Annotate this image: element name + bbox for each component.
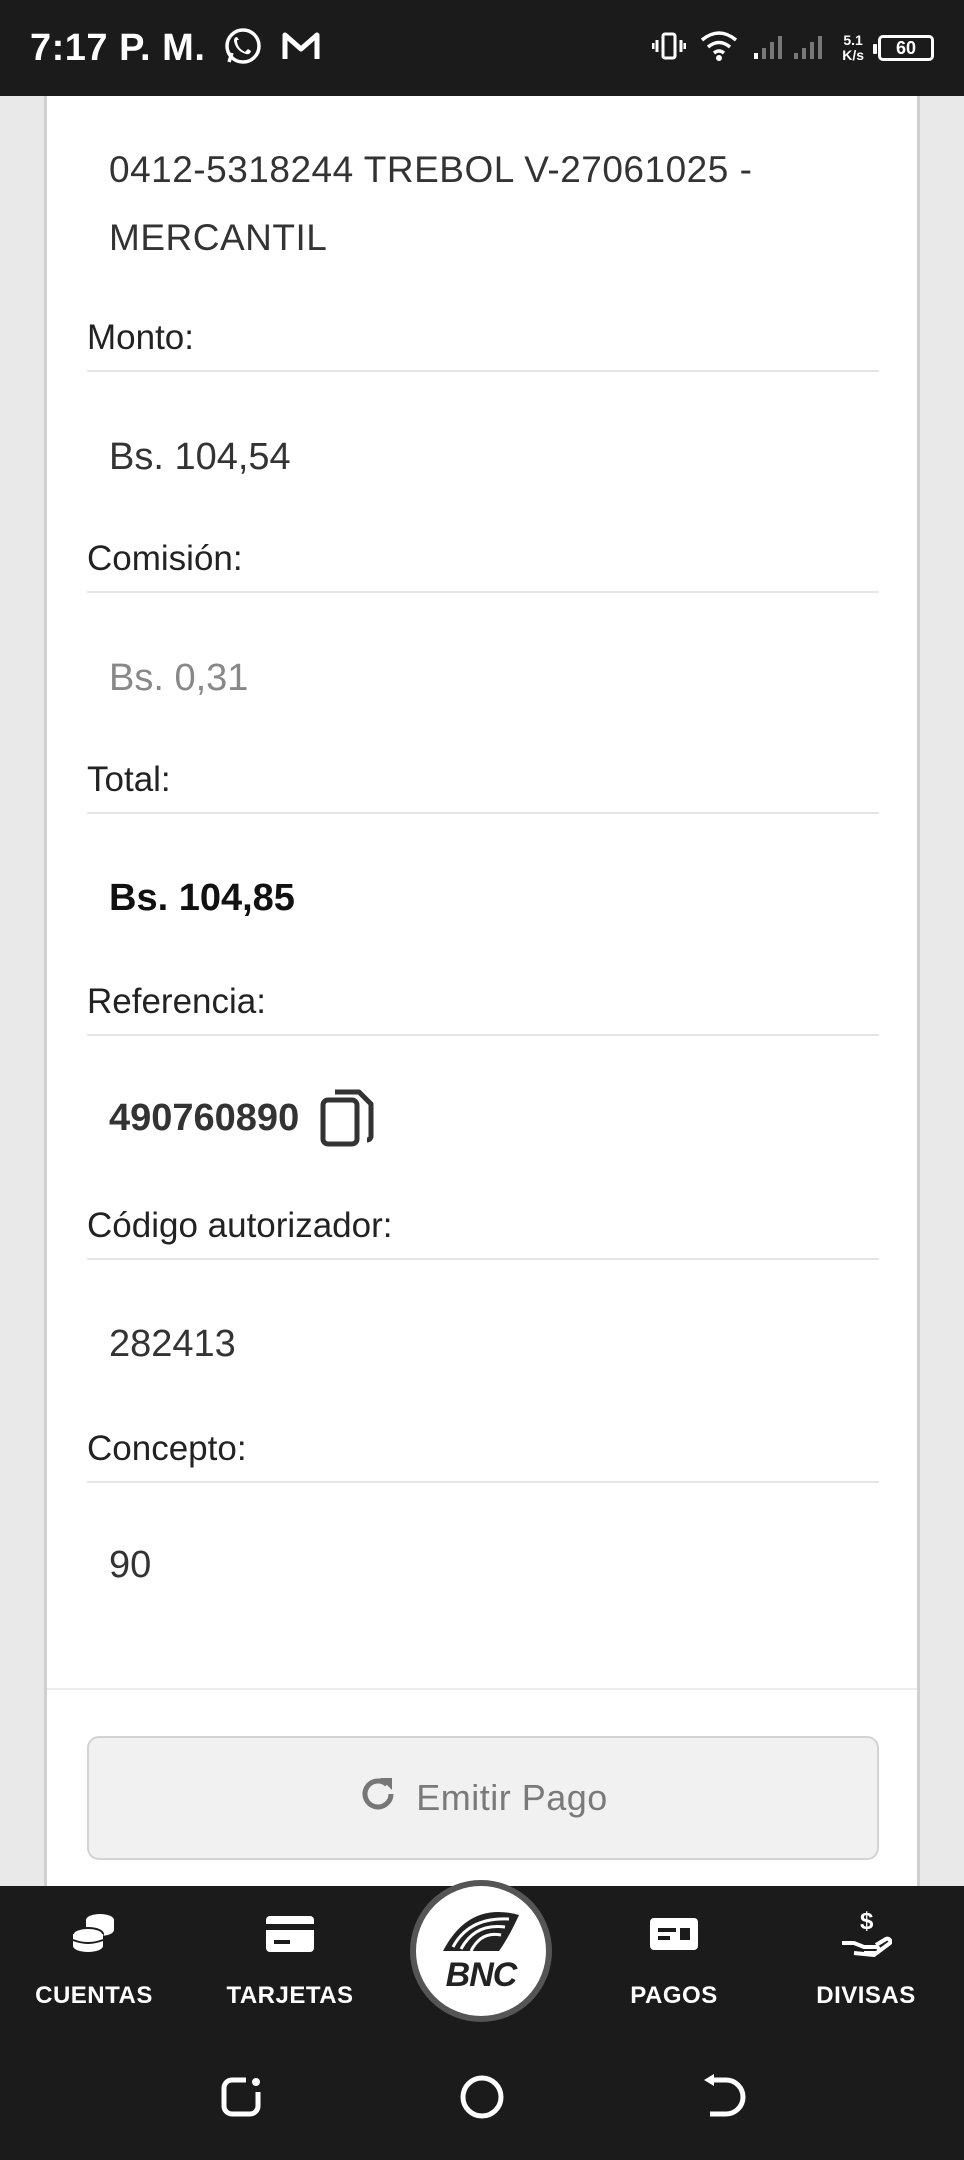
nav-label-pagos: PAGOS — [630, 1982, 718, 2009]
nav-item-pagos[interactable]: PAGOS — [594, 1906, 754, 2010]
network-speed: 5.1 K/s — [842, 32, 864, 63]
status-bar: 7:17 P. M. 5.1 K/s 60 — [0, 0, 964, 96]
authorization-code-value: 282413 — [109, 1323, 236, 1365]
reference-value: 490760890 — [109, 1096, 300, 1139]
home-icon[interactable] — [457, 2072, 507, 2122]
concept-value: 90 — [109, 1544, 152, 1586]
transaction-detail-card: 0412-5318244 TREBOL V-27061025 - MERCANT… — [44, 96, 920, 1886]
system-navigation-bar — [0, 2034, 964, 2160]
nav-label-cuentas: CUENTAS — [35, 1982, 153, 2009]
reference-row: 490760890 — [109, 1086, 375, 1150]
card-icon — [210, 1906, 370, 1962]
gmail-icon — [281, 29, 321, 68]
concept-label: Concepto: — [87, 1429, 879, 1483]
commission-label: Comisión: — [87, 539, 879, 593]
nav-label-tarjetas: TARJETAS — [226, 1982, 354, 2009]
currency-hand-icon: $ — [786, 1906, 946, 1962]
bnc-logo-icon — [439, 1907, 523, 1962]
coins-icon — [14, 1906, 174, 1962]
signal-icon — [752, 31, 828, 66]
total-value: Bs. 104,85 — [109, 877, 295, 919]
payments-icon — [594, 1906, 754, 1962]
emit-payment-label: Emitir Pago — [416, 1777, 608, 1818]
bnc-logo-text: BNC — [445, 1956, 518, 1994]
back-icon[interactable] — [698, 2072, 748, 2122]
battery-indicator: 60 — [873, 35, 934, 61]
vibrate-icon — [651, 31, 687, 66]
total-label: Total: — [87, 760, 879, 814]
destination-account: 0412-5318244 TREBOL V-27061025 - MERCANT… — [109, 149, 753, 258]
reference-label: Referencia: — [87, 982, 879, 1036]
nav-item-divisas[interactable]: $ DIVISAS — [786, 1906, 946, 2010]
copy-icon[interactable] — [319, 1086, 375, 1150]
section-divider — [47, 1688, 917, 1690]
recent-apps-icon[interactable] — [216, 2072, 266, 2122]
nav-label-divisas: DIVISAS — [816, 1982, 916, 2009]
emit-payment-button[interactable]: Emitir Pago — [87, 1736, 879, 1860]
commission-value: Bs. 0,31 — [109, 657, 249, 699]
bnc-logo-button[interactable]: BNC — [410, 1880, 552, 2022]
authorization-code-label: Código autorizador: — [87, 1206, 879, 1260]
bottom-navigation: CUENTAS TARJETAS BNC PAGOS $ DIVISAS — [0, 1880, 964, 2034]
wifi-icon — [700, 30, 738, 67]
refresh-icon — [358, 1774, 398, 1823]
svg-text:$: $ — [860, 1909, 874, 1935]
nav-item-tarjetas[interactable]: TARJETAS — [210, 1906, 370, 2010]
amount-value: Bs. 104,54 — [109, 436, 291, 478]
whatsapp-icon — [223, 26, 263, 71]
status-time: 7:17 P. M. — [30, 26, 206, 69]
nav-item-cuentas[interactable]: CUENTAS — [14, 1906, 174, 2010]
amount-label: Monto: — [87, 318, 879, 372]
